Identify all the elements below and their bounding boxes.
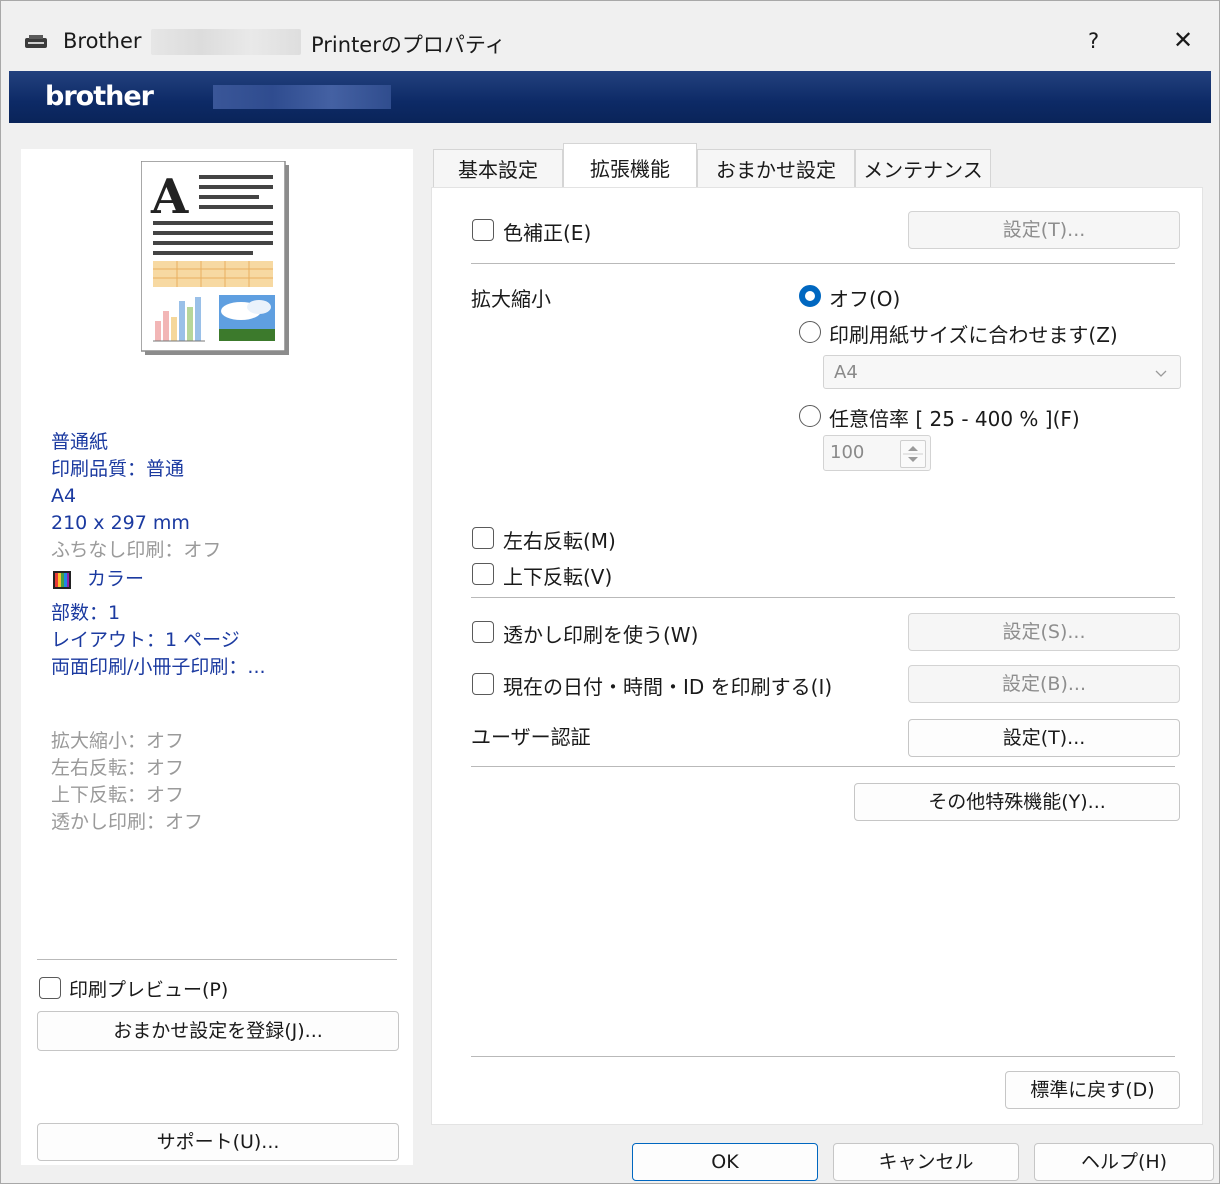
scaling-ratio-spinner[interactable]: 100 — [823, 435, 931, 471]
ok-button[interactable]: OK — [632, 1143, 818, 1181]
window-title-suffix: Printerのプロパティ — [311, 33, 506, 57]
title-bar: Brother Printerのプロパティ ? ✕ — [1, 1, 1219, 71]
tab-maintenance[interactable]: メンテナンス — [855, 149, 991, 187]
brother-logo: brother — [45, 81, 154, 112]
divider-3 — [471, 766, 1175, 767]
summary-copies: 部数：1 — [51, 602, 121, 624]
tab-advanced[interactable]: 拡張機能 — [563, 143, 697, 189]
scaling-off-radio[interactable] — [799, 285, 821, 307]
summary-flip: 上下反転：オフ — [51, 784, 185, 806]
summary-layout: レイアウト：1 ページ — [51, 629, 240, 651]
help-title-button[interactable]: ? — [1088, 29, 1099, 53]
flip-label[interactable]: 上下反転(V) — [503, 561, 612, 590]
summary-color-mode: カラー — [87, 568, 145, 590]
summary-print-quality: 印刷品質：普通 — [51, 458, 185, 480]
scaling-fit-paper-radio[interactable] — [799, 321, 821, 343]
divider-2 — [471, 597, 1175, 598]
summary-borderless: ふちなし印刷：オフ — [51, 539, 222, 561]
divider-4 — [471, 1056, 1175, 1057]
print-datetime-label[interactable]: 現在の日付・時間・ID を印刷する(I) — [503, 671, 832, 700]
print-datetime-checkbox[interactable] — [472, 673, 494, 695]
tab-presets[interactable]: おまかせ設定 — [697, 149, 855, 187]
summary-paper-dimensions: 210 x 297 mm — [51, 512, 190, 534]
close-icon[interactable]: ✕ — [1173, 26, 1193, 54]
scaling-off-label[interactable]: オフ(O) — [829, 283, 900, 312]
scaling-custom-label[interactable]: 任意倍率 [ 25 - 400 % ](F) — [829, 403, 1080, 432]
scaling-label: 拡大縮小 — [471, 287, 551, 311]
other-features-button[interactable]: その他特殊機能(Y)... — [854, 783, 1180, 821]
tab-basic[interactable]: 基本設定 — [433, 149, 563, 187]
mirror-checkbox[interactable] — [472, 527, 494, 549]
redacted-banner-text — [213, 85, 391, 109]
summary-duplex: 両面印刷/小冊子印刷：... — [51, 656, 266, 678]
restore-default-button[interactable]: 標準に戻す(D) — [1005, 1071, 1180, 1109]
register-preset-button[interactable]: おまかせ設定を登録(J)... — [37, 1011, 399, 1051]
spin-arrows-icon[interactable] — [900, 440, 926, 468]
scaling-custom-radio[interactable] — [799, 405, 821, 427]
color-palette-icon — [53, 571, 71, 589]
color-correction-label[interactable]: 色補正(E) — [503, 217, 591, 246]
watermark-checkbox[interactable] — [472, 621, 494, 643]
scaling-ratio-value: 100 — [830, 442, 865, 463]
divider-1 — [471, 263, 1175, 264]
redacted-model-name — [151, 29, 301, 55]
window-title-prefix: Brother — [63, 29, 142, 53]
watermark-label[interactable]: 透かし印刷を使う(W) — [503, 619, 698, 648]
flip-checkbox[interactable] — [472, 563, 494, 585]
printer-properties-window: Brother Printerのプロパティ ? ✕ brother A 普通紙 … — [0, 0, 1220, 1184]
summary-paper-type: 普通紙 — [51, 431, 109, 453]
printer-icon — [25, 35, 47, 49]
color-correction-checkbox[interactable] — [472, 219, 494, 241]
summary-mirror: 左右反転：オフ — [51, 757, 185, 779]
chevron-down-icon — [1154, 364, 1168, 385]
page-preview-thumbnail: A — [140, 160, 291, 357]
watermark-settings-button[interactable]: 設定(S)... — [908, 613, 1180, 651]
summary-paper-size: A4 — [51, 485, 77, 507]
paper-size-value: A4 — [834, 362, 858, 383]
svg-text:A: A — [150, 169, 189, 225]
cancel-button[interactable]: キャンセル — [833, 1143, 1019, 1181]
help-button[interactable]: ヘルプ(H) — [1034, 1143, 1214, 1181]
left-divider — [37, 959, 397, 960]
print-preview-checkbox[interactable] — [39, 977, 61, 999]
summary-watermark: 透かし印刷：オフ — [51, 811, 204, 833]
scaling-fit-paper-label[interactable]: 印刷用紙サイズに合わせます(Z) — [829, 319, 1118, 348]
support-button[interactable]: サポート(U)... — [37, 1123, 399, 1161]
paper-size-select[interactable]: A4 — [823, 355, 1181, 389]
user-auth-label: ユーザー認証 — [471, 725, 591, 749]
print-preview-label[interactable]: 印刷プレビュー(P) — [69, 975, 228, 1002]
brand-banner: brother — [9, 71, 1211, 123]
datetime-settings-button[interactable]: 設定(B)... — [908, 665, 1180, 703]
color-correction-settings-button[interactable]: 設定(T)... — [908, 211, 1180, 249]
summary-scaling: 拡大縮小：オフ — [51, 730, 185, 752]
mirror-label[interactable]: 左右反転(M) — [503, 525, 616, 554]
user-auth-settings-button[interactable]: 設定(T)... — [908, 719, 1180, 757]
